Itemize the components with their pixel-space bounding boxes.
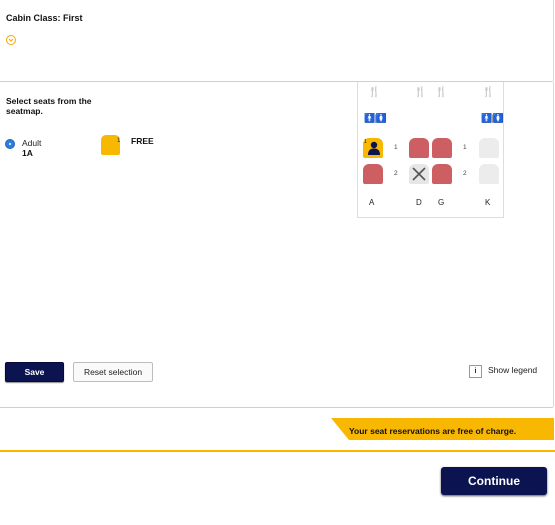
seat-1K[interactable] xyxy=(479,138,499,158)
free-seat-notice-text: Your seat reservations are free of charg… xyxy=(349,426,517,436)
seat-2K[interactable] xyxy=(479,164,499,184)
chevron-down-icon[interactable] xyxy=(6,35,16,45)
notice-underline xyxy=(0,450,555,452)
column-label: K xyxy=(485,198,491,207)
cabin-class-label: Cabin Class: First xyxy=(6,13,83,23)
row-number: 2 xyxy=(394,170,398,177)
info-icon[interactable]: i xyxy=(469,365,482,378)
galley-icon: 🍴 xyxy=(435,87,448,98)
column-label: D xyxy=(416,198,422,207)
column-label: A xyxy=(369,198,375,207)
section-divider xyxy=(0,407,553,408)
passenger-seat-chip-number: 1 xyxy=(117,138,121,144)
select-seats-instruction: Select seats from the seatmap. xyxy=(6,96,92,116)
cabin-class-panel xyxy=(0,0,554,81)
continue-button[interactable]: Continue xyxy=(441,467,547,495)
seat-1A[interactable]: 1 xyxy=(363,138,383,158)
lavatory-icon: 🚹|🚺 xyxy=(481,113,504,123)
seat-2D xyxy=(409,164,429,184)
passenger-seat-label[interactable]: 1A xyxy=(22,148,33,158)
galley-icon: 🍴 xyxy=(368,87,381,98)
row-number: 2 xyxy=(463,170,467,177)
seat-1D xyxy=(409,138,429,158)
passenger-seat-price: FREE xyxy=(131,136,154,146)
lavatory-icon: 🚹|🚺 xyxy=(364,113,387,123)
row-number: 1 xyxy=(394,144,398,151)
passenger-radio[interactable] xyxy=(5,139,15,149)
seat-selected-number: 1 xyxy=(364,139,367,145)
seat-2A xyxy=(363,164,383,184)
seatmap: 🍴 🍴 🍴 🍴 🚹|🚺 🚹|🚺 1 1 1 2 2 A D G K xyxy=(357,82,504,218)
seat-2G xyxy=(432,164,452,184)
galley-icon: 🍴 xyxy=(482,87,495,98)
galley-icon: 🍴 xyxy=(414,87,427,98)
show-legend-link[interactable]: Show legend xyxy=(488,365,537,375)
column-label: G xyxy=(438,198,445,207)
reset-selection-button[interactable]: Reset selection xyxy=(73,362,153,382)
row-number: 1 xyxy=(463,144,467,151)
passenger-type-label[interactable]: Adult xyxy=(22,138,41,148)
seat-1G xyxy=(432,138,452,158)
unavailable-x-icon xyxy=(412,167,426,181)
save-button[interactable]: Save xyxy=(5,362,64,382)
